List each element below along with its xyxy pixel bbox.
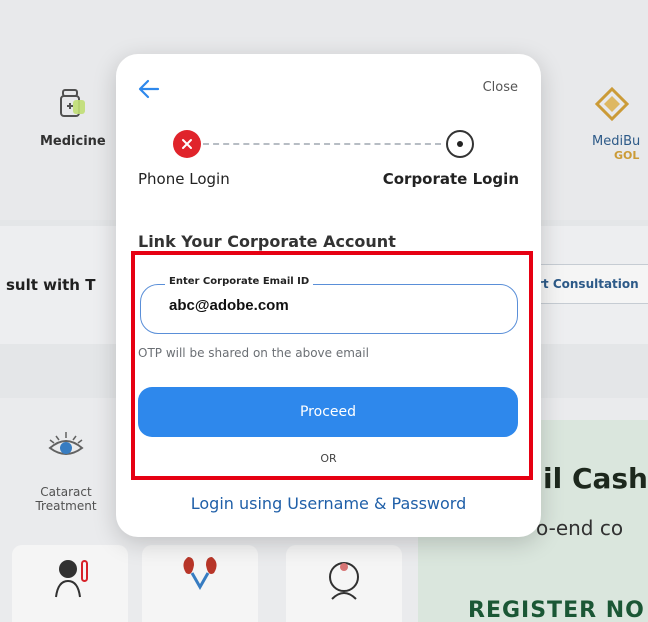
highlight-annotation-box [131,251,533,480]
active-step-dot [457,141,463,147]
step-phone-login-label[interactable]: Phone Login [138,170,230,188]
username-password-login-link[interactable]: Login using Username & Password [116,494,541,513]
close-button[interactable]: Close [483,80,518,95]
stepper-connector [203,143,441,145]
step-corporate-login-label[interactable]: Corporate Login [383,170,519,188]
step-phone-login-indicator[interactable] [173,130,201,158]
login-stepper [173,130,474,158]
section-title: Link Your Corporate Account [138,232,396,251]
close-icon [182,139,192,149]
step-corporate-login-indicator[interactable] [446,130,474,158]
back-arrow-icon[interactable] [136,76,162,102]
